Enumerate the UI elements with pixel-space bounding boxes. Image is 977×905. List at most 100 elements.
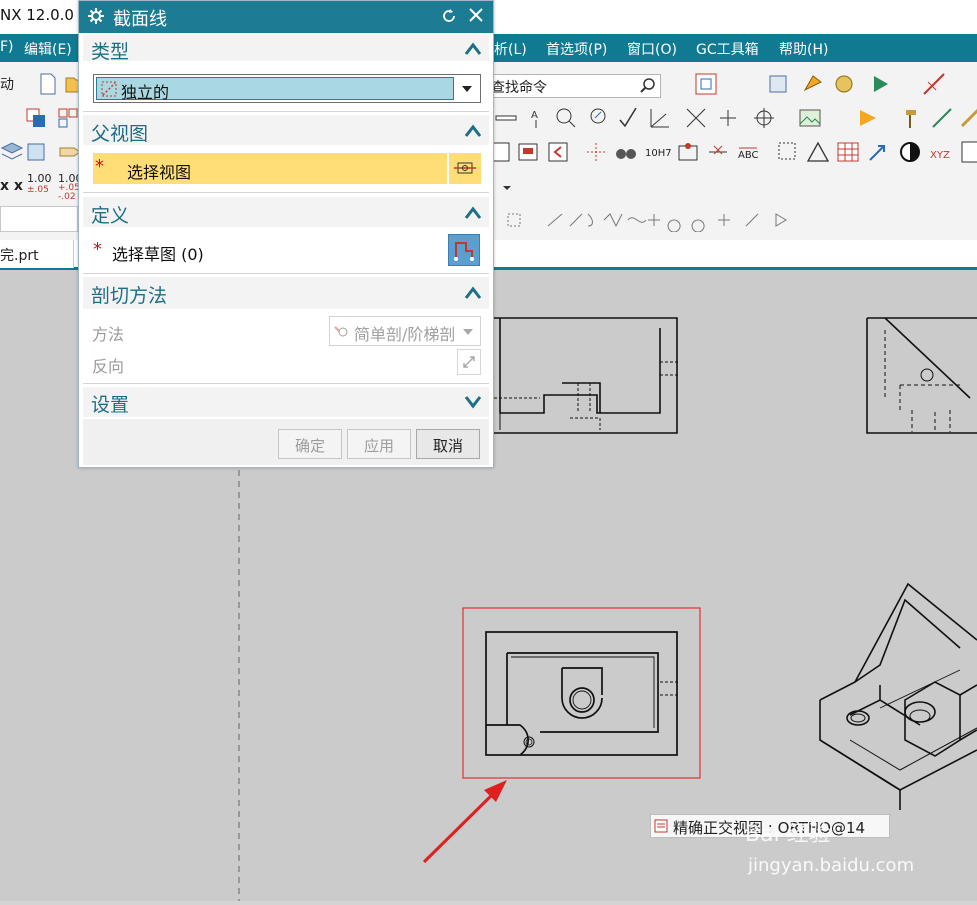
layers-icon[interactable] xyxy=(24,140,48,164)
filter-input[interactable] xyxy=(0,206,78,232)
type-dropdown[interactable]: 独立的 xyxy=(93,74,481,103)
view-copy-icon[interactable] xyxy=(24,106,48,130)
menu-edit[interactable]: 编辑(E) xyxy=(24,39,72,59)
type-dropdown-value: 独立的 xyxy=(96,77,454,102)
menu-gc-toolbox[interactable]: GC工具箱 xyxy=(696,39,759,59)
check-mark-icon[interactable] xyxy=(616,106,640,130)
arrow-tool-icon[interactable] xyxy=(856,106,880,130)
expand-down-icon[interactable] xyxy=(464,395,482,409)
gear-icon[interactable] xyxy=(88,8,104,24)
section-line-dialog: 截面线 类型 独立的 父视图 * 选择视图 定义 * 选择草图 (0) 剖切方法… xyxy=(78,0,494,468)
side-view[interactable] xyxy=(866,317,977,434)
apply-button[interactable]: 应用 xyxy=(347,429,411,459)
dropdown-arrow-icon[interactable] xyxy=(463,329,473,335)
front-view[interactable] xyxy=(494,317,678,434)
close-icon[interactable] xyxy=(468,7,484,23)
dim2-tol2-label: -.02 xyxy=(58,192,76,202)
hammer-icon[interactable] xyxy=(900,106,924,130)
dropdown-arrow-icon[interactable] xyxy=(462,86,472,92)
xyz-label[interactable]: XYZ xyxy=(930,150,950,161)
crosshair-icon[interactable] xyxy=(752,106,776,130)
menu-window[interactable]: 窗口(O) xyxy=(627,39,677,59)
chevron-down-icon[interactable] xyxy=(500,178,514,198)
image-insert-icon[interactable] xyxy=(516,140,540,164)
section-line-type-icon xyxy=(101,81,117,97)
dimension-x-icon[interactable] xyxy=(706,140,730,164)
method-label: 方法 xyxy=(92,325,125,344)
file-tab[interactable]: 完.prt xyxy=(0,240,74,268)
parent-view-section-title: 父视图 xyxy=(91,123,149,145)
centerline-icon[interactable] xyxy=(716,106,740,130)
dialog-header[interactable]: 截面线 xyxy=(79,1,493,33)
select-sketch-label[interactable]: 选择草图 (0) xyxy=(112,241,204,265)
top-view[interactable] xyxy=(485,631,678,756)
reverse-label: 反向 xyxy=(92,357,125,376)
spreadsheet-icon[interactable] xyxy=(836,140,860,164)
red-arrow-annotation xyxy=(422,780,507,864)
vector-arrow-icon[interactable] xyxy=(866,140,890,164)
cut-method-section-header[interactable]: 剖切方法 xyxy=(83,277,489,309)
sketch-section-button[interactable] xyxy=(448,234,480,266)
file-tab-label: 完.prt xyxy=(0,248,39,264)
menu-file[interactable]: F) xyxy=(0,39,14,55)
render-icon[interactable] xyxy=(802,72,826,96)
motion-icon[interactable] xyxy=(870,72,894,96)
menu-preferences[interactable]: 首选项(P) xyxy=(546,39,607,59)
section-divider xyxy=(83,383,489,384)
image-icon[interactable] xyxy=(798,106,822,130)
collapse-up-icon[interactable] xyxy=(464,206,482,220)
fit-tolerance-label[interactable]: 10H7 xyxy=(645,148,672,159)
collapse-up-icon[interactable] xyxy=(464,286,482,300)
table-note-icon[interactable] xyxy=(776,140,800,164)
required-asterisk: * xyxy=(93,239,102,260)
tool-icon[interactable] xyxy=(958,106,977,130)
box-icon[interactable] xyxy=(960,140,977,164)
settings-section-header[interactable]: 设置 xyxy=(83,387,489,417)
section-divider xyxy=(83,273,489,274)
layer-icon[interactable] xyxy=(766,72,790,96)
section-divider xyxy=(83,192,489,193)
cut-method-section-title: 剖切方法 xyxy=(91,285,168,307)
select-view-row[interactable]: * 选择视图 xyxy=(93,153,447,184)
isometric-view[interactable] xyxy=(819,582,977,810)
collapse-up-icon[interactable] xyxy=(464,42,482,56)
material-icon[interactable] xyxy=(832,72,856,96)
new-file-icon[interactable] xyxy=(36,72,60,96)
note-icon[interactable]: A xyxy=(524,106,548,130)
cross-icon[interactable] xyxy=(684,106,708,130)
collapse-up-icon[interactable] xyxy=(464,124,482,138)
method-dropdown[interactable]: 简单剖/阶梯剖 xyxy=(329,316,481,346)
stack-icon[interactable] xyxy=(0,140,24,164)
ok-button[interactable]: 确定 xyxy=(278,429,342,459)
binoculars-icon[interactable] xyxy=(614,140,638,164)
zoom-icon[interactable] xyxy=(554,106,578,130)
selected-view-frame[interactable] xyxy=(462,607,701,779)
search-input[interactable]: 查找命令 xyxy=(486,74,661,98)
snap-icon[interactable] xyxy=(922,72,946,96)
half-circle-icon[interactable] xyxy=(898,140,922,164)
triangle-icon[interactable] xyxy=(806,140,830,164)
type-section-header[interactable]: 类型 xyxy=(83,35,489,63)
datum-icon[interactable] xyxy=(648,106,672,130)
toolbar-xx-label[interactable]: x x xyxy=(0,178,23,194)
select-view-button[interactable] xyxy=(449,153,481,184)
parent-view-section-header[interactable]: 父视图 xyxy=(83,115,489,145)
dim1-label[interactable]: 1.00 xyxy=(27,172,52,185)
reset-icon[interactable] xyxy=(441,8,457,24)
base-view-icon[interactable] xyxy=(56,106,80,130)
cancel-button[interactable]: 取消 xyxy=(416,429,480,459)
surface-finish-icon[interactable] xyxy=(586,106,610,130)
wire-icon[interactable] xyxy=(930,106,954,130)
line-icon[interactable] xyxy=(494,106,518,130)
sketch-curve-tools-icon[interactable] xyxy=(478,208,818,232)
definition-section-header[interactable]: 定义 xyxy=(83,197,489,227)
text-abc-label[interactable]: ABC xyxy=(738,150,759,161)
fit-view-icon[interactable] xyxy=(694,72,718,96)
menu-analysis[interactable]: 析(L) xyxy=(494,39,527,59)
search-icon[interactable] xyxy=(638,76,658,96)
hole-table-icon[interactable] xyxy=(676,140,700,164)
grid-dots-icon[interactable] xyxy=(584,140,608,164)
back-icon[interactable] xyxy=(546,140,570,164)
reverse-direction-button[interactable] xyxy=(457,349,481,375)
menu-help[interactable]: 帮助(H) xyxy=(779,39,828,59)
